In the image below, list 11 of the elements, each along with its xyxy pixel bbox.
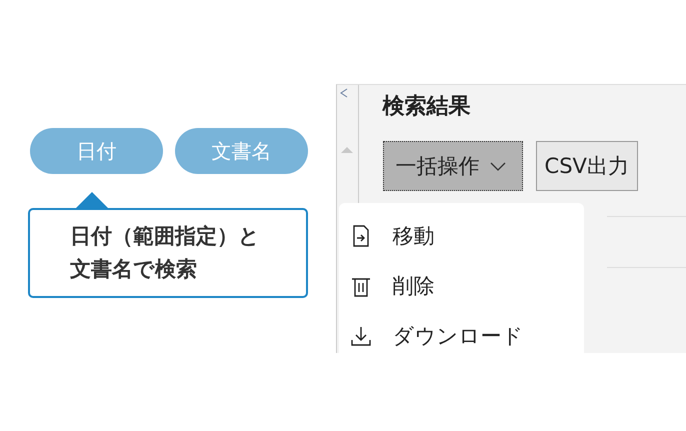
callout-text: 日付（範囲指定）と文書名で検索 — [70, 223, 261, 283]
menu-item[interactable]: 移動 — [338, 211, 584, 261]
chevron-left-icon[interactable] — [340, 88, 348, 98]
caret-icon — [490, 162, 506, 170]
menu-item[interactable]: ダウンロード — [338, 311, 584, 361]
export-button[interactable]: CSV出力 — [536, 141, 638, 191]
file-arrow-icon — [350, 225, 371, 247]
dropdown-button[interactable]: 一括操作 — [382, 141, 523, 191]
menu-item[interactable]: 削除 — [338, 261, 584, 311]
download-icon — [350, 325, 371, 347]
section-title: 検索結果 — [382, 93, 472, 121]
